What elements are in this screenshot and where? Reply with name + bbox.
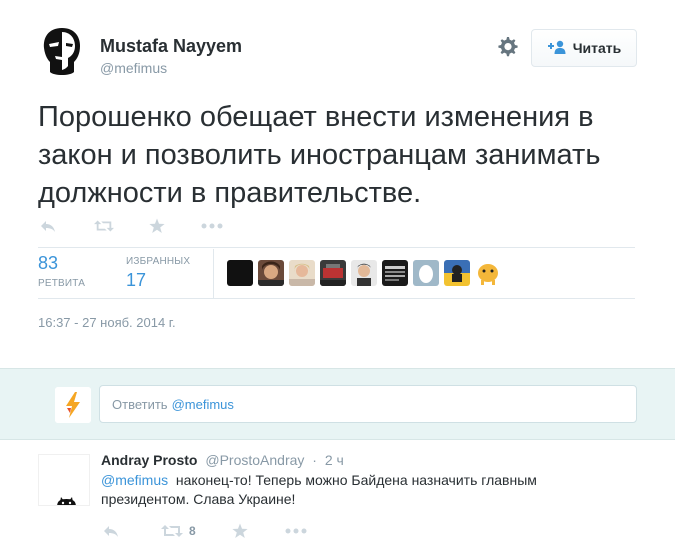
retweets-label: РЕТВИТА	[38, 278, 86, 289]
retweet-icon[interactable]: 8	[161, 524, 196, 538]
tweet-actions	[38, 214, 224, 238]
reply-mention[interactable]: @mefimus	[101, 472, 168, 488]
reply-icon[interactable]	[38, 219, 58, 233]
reply-separator: ·	[312, 452, 317, 468]
stats-separator	[213, 249, 214, 298]
favoriter-avatar[interactable]	[382, 260, 408, 286]
retweet-icon[interactable]	[94, 219, 114, 233]
reply-input[interactable]: Ответить @mefimus	[99, 385, 637, 423]
reply-icon[interactable]	[101, 524, 121, 538]
reply-placeholder-mention: @mefimus	[171, 396, 234, 412]
author-name[interactable]: Mustafa Nayyem	[100, 36, 242, 57]
favoriter-avatar[interactable]	[258, 260, 284, 286]
current-user-avatar	[55, 387, 91, 423]
stats-divider-bottom	[38, 298, 635, 299]
reply-header: Andray Prosto @ProstoAndray · 2 ч	[101, 452, 344, 468]
retweets-count[interactable]: 83	[38, 253, 58, 274]
favoriter-avatar[interactable]	[475, 260, 501, 286]
reply-composer: Ответить @mefimus	[0, 368, 675, 440]
favoriter-avatar[interactable]	[444, 260, 470, 286]
reply-time[interactable]: 2 ч	[325, 452, 344, 468]
favoriters-avatars	[227, 260, 501, 286]
favoriter-avatar[interactable]	[413, 260, 439, 286]
follow-button[interactable]: Читать	[531, 29, 637, 67]
reply-actions: 8	[101, 521, 308, 541]
favoriter-avatar[interactable]	[227, 260, 253, 286]
author-handle[interactable]: @mefimus	[100, 60, 167, 76]
favorites-label: ИЗБРАННЫХ	[126, 256, 191, 267]
reply-author-handle[interactable]: @ProstoAndray	[205, 452, 304, 468]
reply-tweet: Andray Prosto @ProstoAndray · 2 ч @mefim…	[0, 441, 675, 554]
favoriter-avatar[interactable]	[351, 260, 377, 286]
author-avatar[interactable]	[40, 26, 84, 78]
favorites-count[interactable]: 17	[126, 270, 146, 291]
follow-user-icon	[547, 40, 567, 57]
follow-label: Читать	[572, 40, 622, 56]
favorite-icon[interactable]	[230, 523, 250, 539]
reply-author-avatar[interactable]	[38, 454, 90, 506]
stats-divider-top	[38, 247, 635, 248]
favoriter-avatar[interactable]	[320, 260, 346, 286]
more-icon[interactable]	[200, 223, 224, 229]
more-icon[interactable]	[284, 528, 308, 534]
tweet-text: Порошенко обещает внести изменения в зак…	[38, 101, 601, 209]
reply-retweet-count: 8	[189, 524, 196, 538]
tweet-timestamp[interactable]: 16:37 - 27 нояб. 2014 г.	[38, 315, 176, 330]
favoriter-avatar[interactable]	[289, 260, 315, 286]
reply-placeholder-prefix: Ответить	[112, 396, 168, 412]
reply-text: @mefimus наконец-то! Теперь можно Байден…	[101, 471, 571, 509]
reply-author-name[interactable]: Andray Prosto	[101, 452, 197, 468]
favorite-icon[interactable]	[147, 218, 167, 234]
main-tweet: Mustafa Nayyem @mefimus Читать Порошенко…	[0, 0, 675, 368]
gear-icon[interactable]	[497, 36, 519, 58]
